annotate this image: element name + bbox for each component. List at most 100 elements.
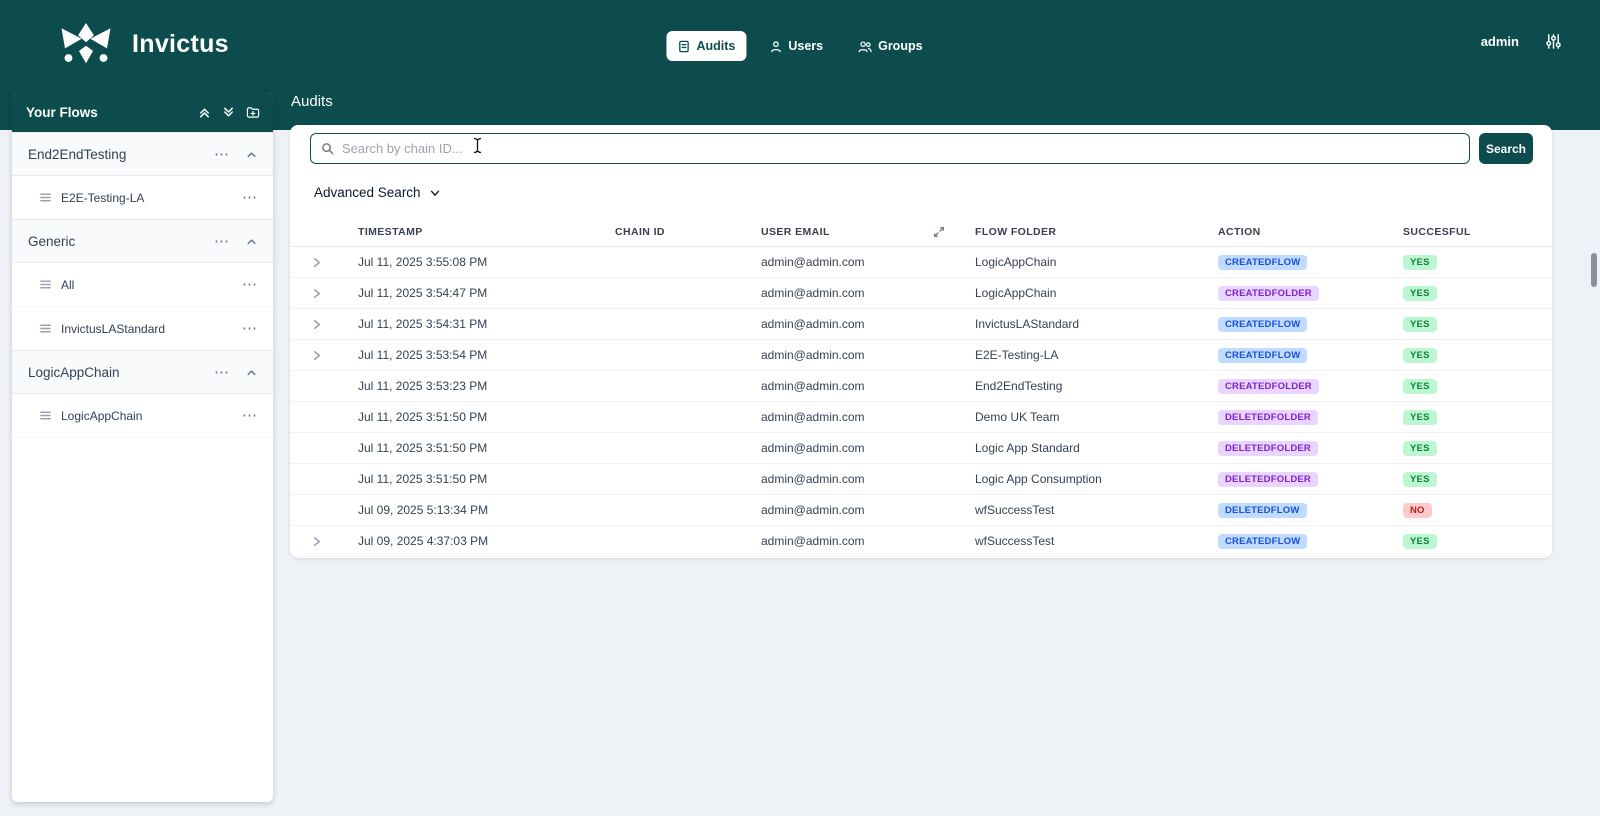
group-chevron-up-icon[interactable] xyxy=(245,235,258,248)
audits-card: Search Advanced Search TIMESTAMP CHAIN I… xyxy=(290,125,1552,558)
cell-user-email: admin@admin.com xyxy=(761,503,865,517)
scrollbar-thumb[interactable] xyxy=(1591,253,1597,287)
successful-badge: YES xyxy=(1403,316,1437,333)
sidebar-flow-e2e-testing-la[interactable]: E2E-Testing-LA ⋯ xyxy=(12,176,273,220)
audits-clipboard-icon xyxy=(677,40,690,53)
flow-menu-icon[interactable]: ⋯ xyxy=(242,277,258,292)
sidebar-flow-invictuslastandard[interactable]: InvictusLAStandard ⋯ xyxy=(12,307,273,351)
table-row[interactable]: Jul 11, 2025 3:51:50 PM admin@admin.com Lo… xyxy=(290,433,1552,464)
row-expand-icon[interactable] xyxy=(290,256,358,269)
sidebar-group-generic[interactable]: Generic ⋯ xyxy=(12,219,273,263)
row-expand-icon[interactable] xyxy=(290,318,358,331)
advanced-search-label: Advanced Search xyxy=(314,185,421,200)
action-badge: CREATEDFLOW xyxy=(1218,254,1308,271)
cell-successful: YES xyxy=(1403,378,1552,395)
col-chain-id: CHAIN ID xyxy=(615,225,665,238)
cell-timestamp: Jul 11, 2025 3:54:47 PM xyxy=(358,286,488,300)
cell-timestamp: Jul 11, 2025 3:51:50 PM xyxy=(358,441,488,455)
chain-id-search-input[interactable] xyxy=(342,141,1459,156)
table-row[interactable]: Jul 11, 2025 3:51:50 PM admin@admin.com De… xyxy=(290,402,1552,433)
chevron-down-icon xyxy=(429,187,441,199)
cell-timestamp: Jul 09, 2025 5:13:34 PM xyxy=(358,503,489,517)
cell-action: DELETEDFLOW xyxy=(1218,502,1403,519)
group-menu-icon[interactable]: ⋯ xyxy=(214,234,230,249)
nav-users-label: Users xyxy=(788,39,824,53)
sidebar-group-logicappchain[interactable]: LogicAppChain ⋯ xyxy=(12,350,273,394)
nav-users-button[interactable]: Users xyxy=(758,31,834,61)
sidebar-flow-all[interactable]: All ⋯ xyxy=(12,263,273,307)
table-row[interactable]: Jul 09, 2025 4:37:03 PM admin@admin.com wf… xyxy=(290,526,1552,557)
table-row[interactable]: Jul 11, 2025 3:54:47 PM admin@admin.com Lo… xyxy=(290,278,1552,309)
col-action: ACTION xyxy=(1218,225,1261,238)
table-row[interactable]: Jul 11, 2025 3:53:23 PM admin@admin.com En… xyxy=(290,371,1552,402)
group-icons: ⋯ xyxy=(214,234,258,249)
action-badge: DELETEDFOLDER xyxy=(1218,471,1318,488)
cell-successful: YES xyxy=(1403,316,1552,333)
table-row[interactable]: Jul 11, 2025 3:55:08 PM admin@admin.com Lo… xyxy=(290,247,1552,278)
col-succesful: SUCCESFUL xyxy=(1403,225,1471,238)
cell-user-email: admin@admin.com xyxy=(761,410,865,424)
brand-name: Invictus xyxy=(132,29,229,58)
action-badge: CREATEDFLOW xyxy=(1218,316,1308,333)
successful-badge: YES xyxy=(1403,285,1437,302)
successful-badge: YES xyxy=(1403,409,1437,426)
flow-menu-icon[interactable]: ⋯ xyxy=(242,190,258,205)
action-badge: CREATEDFOLDER xyxy=(1218,378,1319,395)
cell-flow-folder: LogicAppChain xyxy=(975,255,1057,269)
search-button[interactable]: Search xyxy=(1479,133,1533,164)
sidebar-group-end2endtesting[interactable]: End2EndTesting ⋯ xyxy=(12,132,273,176)
flow-menu-icon[interactable]: ⋯ xyxy=(242,408,258,423)
cell-timestamp: Jul 11, 2025 3:55:08 PM xyxy=(358,255,488,269)
flow-label: All xyxy=(61,277,75,292)
search-row: Search xyxy=(290,125,1552,164)
action-badge: CREATEDFLOW xyxy=(1218,533,1308,550)
brand: Invictus xyxy=(58,22,229,66)
cell-successful: YES xyxy=(1403,409,1552,426)
expand-all-icon[interactable] xyxy=(222,106,235,119)
cell-action: CREATEDFLOW xyxy=(1218,347,1403,364)
group-menu-icon[interactable]: ⋯ xyxy=(214,147,230,162)
cell-successful: YES xyxy=(1403,533,1552,550)
settings-sliders-icon[interactable] xyxy=(1545,33,1562,50)
cell-user-email: admin@admin.com xyxy=(761,317,865,331)
sidebar-title: Your Flows xyxy=(26,105,98,120)
collapse-all-icon[interactable] xyxy=(198,106,211,119)
table-row[interactable]: Jul 11, 2025 3:54:31 PM admin@admin.com In… xyxy=(290,309,1552,340)
add-folder-icon[interactable] xyxy=(246,106,260,119)
cell-successful: YES xyxy=(1403,254,1552,271)
sidebar-flow-logicappchain[interactable]: LogicAppChain ⋯ xyxy=(12,394,273,438)
flow-menu-icon[interactable]: ⋯ xyxy=(242,321,258,336)
search-box xyxy=(310,133,1470,164)
col-timestamp: TIMESTAMP xyxy=(358,225,423,238)
group-label: Generic xyxy=(28,233,76,249)
diagonal-arrows-icon[interactable] xyxy=(933,226,945,238)
page-title: Audits xyxy=(291,93,333,110)
nav-audits-button[interactable]: Audits xyxy=(666,31,747,61)
successful-badge: YES xyxy=(1403,533,1437,550)
cell-user-email: admin@admin.com xyxy=(761,286,865,300)
row-expand-icon[interactable] xyxy=(290,287,358,300)
group-chevron-up-icon[interactable] xyxy=(245,148,258,161)
cell-action: CREATEDFLOW xyxy=(1218,254,1403,271)
group-menu-icon[interactable]: ⋯ xyxy=(214,365,230,380)
table-row[interactable]: Jul 11, 2025 3:51:50 PM admin@admin.com Lo… xyxy=(290,464,1552,495)
cell-timestamp: Jul 09, 2025 4:37:03 PM xyxy=(358,534,489,548)
group-icons: ⋯ xyxy=(214,147,258,162)
row-expand-icon[interactable] xyxy=(290,349,358,362)
advanced-search-toggle[interactable]: Advanced Search xyxy=(314,185,441,200)
group-chevron-up-icon[interactable] xyxy=(245,366,258,379)
row-expand-icon[interactable] xyxy=(290,535,358,548)
cell-successful: YES xyxy=(1403,440,1552,457)
table-row[interactable]: Jul 09, 2025 5:13:34 PM admin@admin.com wf… xyxy=(290,495,1552,526)
table-row[interactable]: Jul 11, 2025 3:53:54 PM admin@admin.com E2… xyxy=(290,340,1552,371)
cell-timestamp: Jul 11, 2025 3:54:31 PM xyxy=(358,317,488,331)
cell-flow-folder: wfSuccessTest xyxy=(975,534,1055,548)
successful-badge: YES xyxy=(1403,378,1437,395)
nav-groups-button[interactable]: Groups xyxy=(846,31,933,61)
cell-successful: YES xyxy=(1403,471,1552,488)
cell-flow-folder: Logic App Standard xyxy=(975,441,1080,455)
group-label: LogicAppChain xyxy=(28,364,120,380)
action-badge: CREATEDFLOW xyxy=(1218,347,1308,364)
successful-badge: NO xyxy=(1403,502,1432,519)
cell-user-email: admin@admin.com xyxy=(761,348,865,362)
